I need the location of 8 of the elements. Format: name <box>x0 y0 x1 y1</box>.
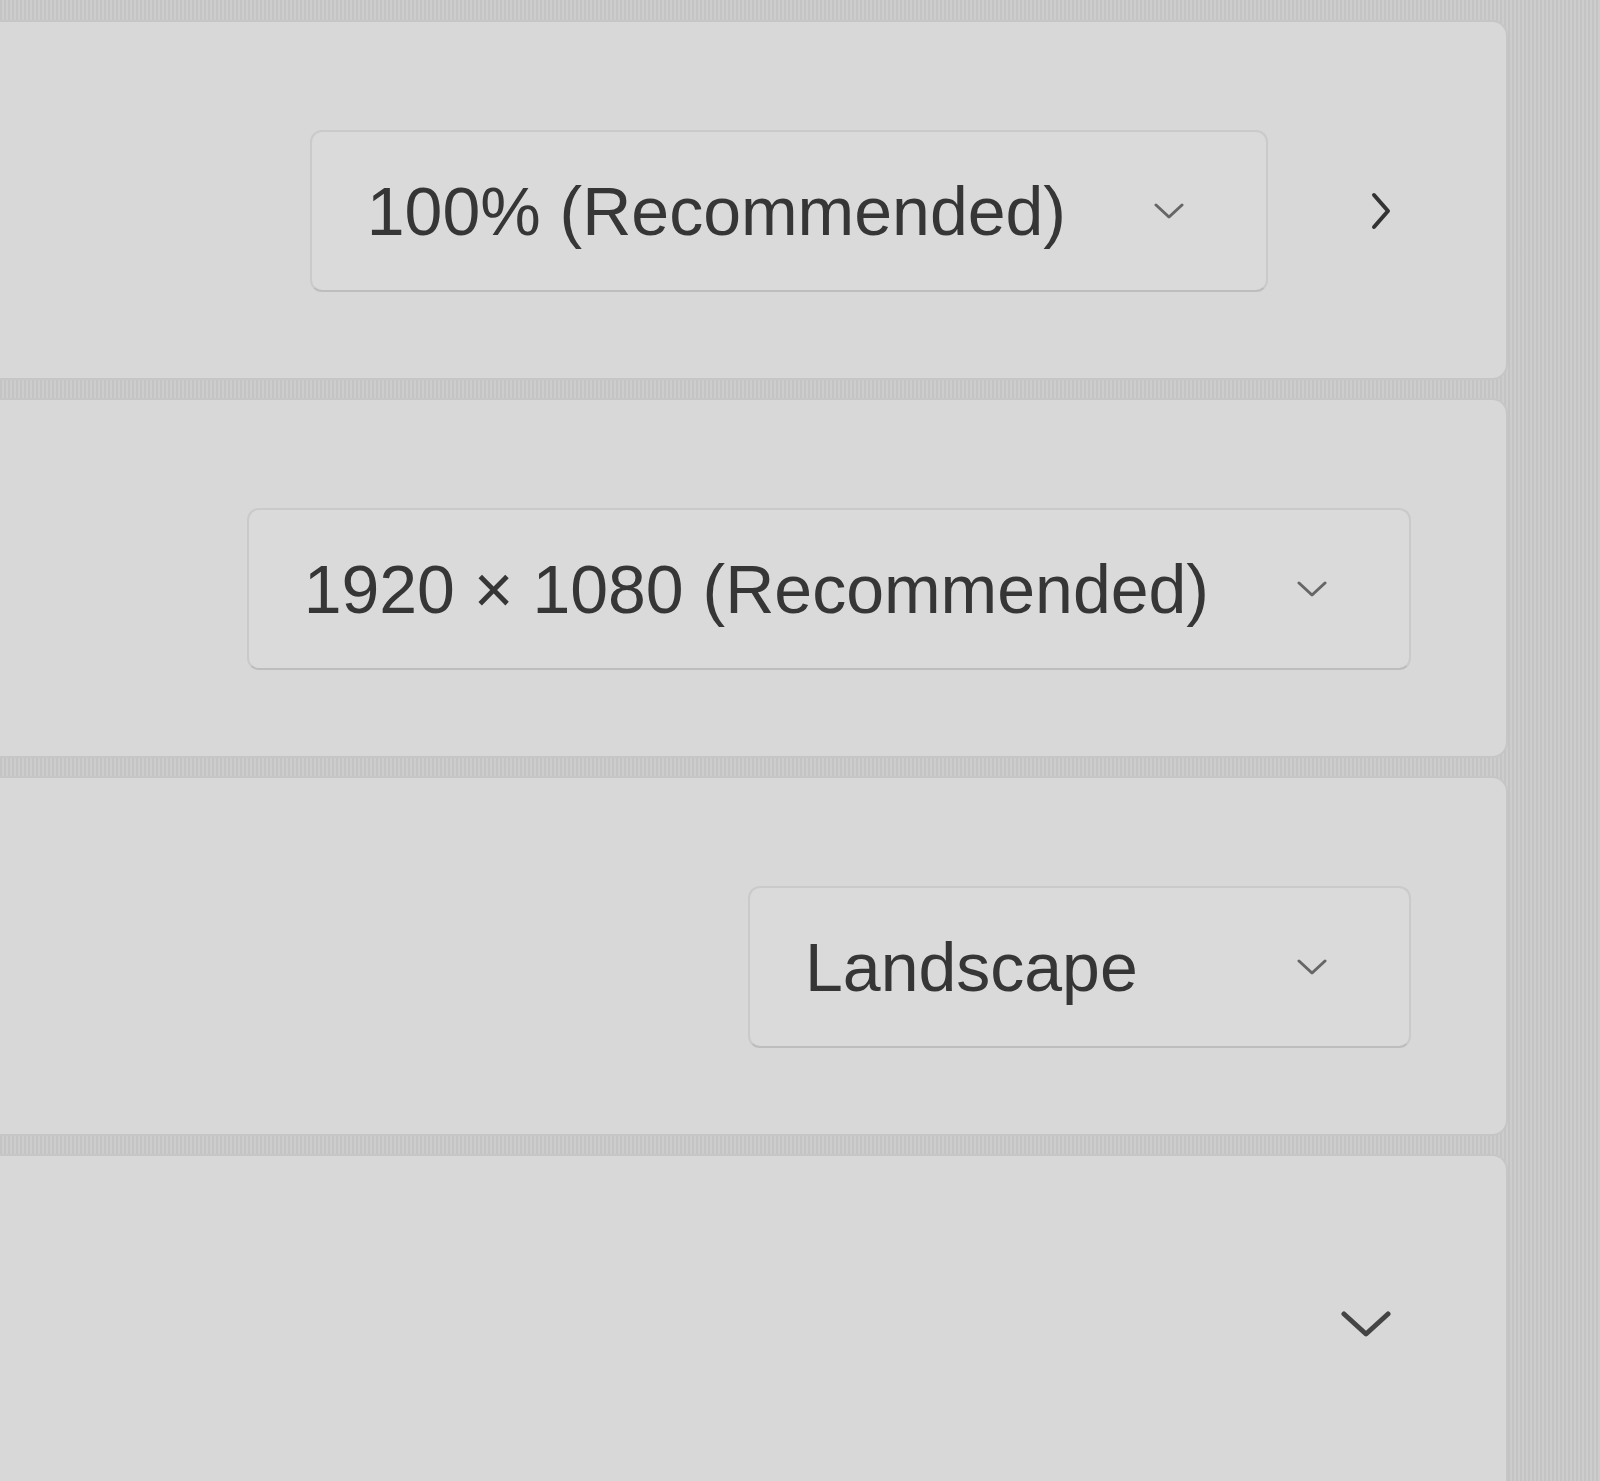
dropdown[interactable]: 100% (Recommended) <box>309 130 1268 292</box>
chevron-down-icon <box>1297 959 1327 975</box>
dropdown[interactable]: 1920 × 1080 (Recommended) <box>246 508 1411 670</box>
chevron-down-icon <box>1297 581 1327 597</box>
chevron-right-icon[interactable] <box>1371 192 1391 230</box>
dropdown[interactable]: Landscape <box>748 886 1411 1048</box>
chevron-down-icon <box>1154 203 1184 219</box>
chevron-down-icon[interactable] <box>1341 1311 1391 1337</box>
